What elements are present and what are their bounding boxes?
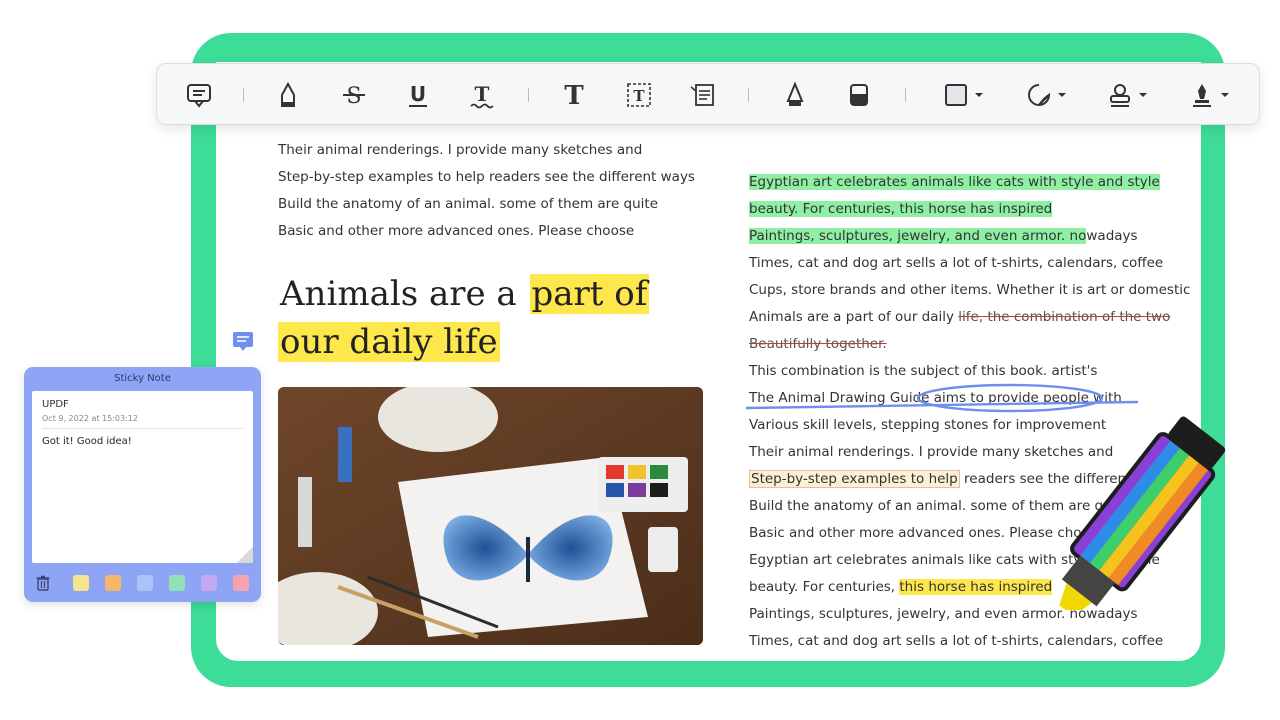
strikethrough-text[interactable]: Beautifully together. bbox=[749, 336, 887, 352]
green-highlight[interactable]: Paintings, sculptures, jewelry, and even… bbox=[749, 228, 1087, 244]
sticky-note-title: Sticky Note bbox=[114, 373, 171, 384]
svg-text:T: T bbox=[475, 82, 490, 106]
color-swatch-blue[interactable] bbox=[137, 575, 153, 591]
text-span: wadays bbox=[1086, 228, 1138, 244]
underline-icon[interactable]: U bbox=[401, 78, 435, 112]
rectangle-icon[interactable] bbox=[939, 78, 989, 112]
heading-text: Animals are a bbox=[280, 274, 528, 314]
sticker-icon[interactable] bbox=[1022, 78, 1072, 112]
toolbar-divider bbox=[243, 88, 244, 102]
annotation-toolbar: S U T T T bbox=[156, 63, 1260, 125]
color-swatch-green[interactable] bbox=[169, 575, 185, 591]
comment-icon[interactable] bbox=[182, 78, 216, 112]
color-swatch-pink[interactable] bbox=[233, 575, 249, 591]
text-span: beauty. For centuries, bbox=[749, 579, 900, 595]
squiggly-underline-icon[interactable]: T bbox=[465, 78, 499, 112]
text-line: Egyptian art celebrates animals like cat… bbox=[749, 169, 1189, 196]
page-heading: Animals are a part of our daily life bbox=[278, 270, 698, 366]
text-box-icon[interactable]: T bbox=[622, 78, 656, 112]
svg-text:T: T bbox=[564, 81, 584, 109]
toolbar-divider bbox=[748, 88, 749, 102]
text-line: beauty. For centuries, this horse has in… bbox=[749, 196, 1189, 223]
trash-icon[interactable] bbox=[36, 575, 50, 591]
divider bbox=[42, 428, 243, 429]
page-fold-icon bbox=[237, 547, 253, 563]
left-text-column: Their animal renderings. I provide many … bbox=[278, 137, 708, 245]
text-line: Their animal renderings. I provide many … bbox=[278, 142, 643, 158]
heading-highlight[interactable]: part of bbox=[529, 274, 650, 314]
text-span: Animals are a part of our daily bbox=[749, 309, 959, 325]
text-line: Times, cat and dog art sells a lot of t-… bbox=[749, 255, 1164, 271]
yellow-highlight[interactable]: this horse has inspired bbox=[899, 579, 1053, 595]
stamp-icon[interactable] bbox=[1103, 78, 1153, 112]
text-line: Paintings, sculptures, jewelry, and even… bbox=[749, 223, 1189, 250]
text-line: Times, cat and dog art sells a lot of t-… bbox=[749, 633, 1164, 649]
text-line: Animals are a part of our daily life, th… bbox=[749, 304, 1189, 331]
text-box-annotation[interactable]: Step-by-step examples to help bbox=[749, 470, 960, 488]
pencil-icon[interactable] bbox=[778, 78, 812, 112]
text-line: Step-by-step examples to help readers se… bbox=[278, 169, 695, 185]
eraser-icon[interactable] bbox=[842, 78, 876, 112]
text-callout-icon[interactable] bbox=[685, 78, 719, 112]
color-swatch-orange[interactable] bbox=[105, 575, 121, 591]
toolbar-divider bbox=[528, 88, 529, 102]
text-line: Build the anatomy of an animal. some of … bbox=[278, 196, 659, 212]
text-line: Cups, store brands and other items. Whet… bbox=[749, 282, 1191, 298]
butterfly-painting-image bbox=[278, 387, 703, 645]
sticky-note-timestamp: Oct 9, 2022 at 15:03:12 bbox=[42, 414, 138, 423]
sticky-note-content[interactable]: UPDF Oct 9, 2022 at 15:03:12 Got it! Goo… bbox=[32, 391, 253, 563]
sticky-note-panel[interactable]: Sticky Note UPDF Oct 9, 2022 at 15:03:12… bbox=[24, 367, 261, 602]
sticky-note-body[interactable]: Got it! Good idea! bbox=[42, 436, 132, 447]
text-line: Basic and other more advanced ones. Plea… bbox=[278, 223, 635, 239]
green-highlight[interactable]: Egyptian art celebrates animals like cat… bbox=[749, 174, 1160, 190]
svg-text:T: T bbox=[633, 87, 645, 105]
green-highlight[interactable]: beauty. For centuries, this horse has in… bbox=[749, 201, 1053, 217]
text-line: Beautifully together. bbox=[749, 331, 1189, 358]
highlighter-marker-icon bbox=[1059, 416, 1226, 610]
svg-text:S: S bbox=[346, 84, 361, 109]
signature-icon[interactable] bbox=[1185, 78, 1235, 112]
strikethrough-icon[interactable]: S bbox=[337, 78, 371, 112]
toolbar-divider bbox=[905, 88, 906, 102]
comment-marker-icon[interactable] bbox=[232, 331, 254, 353]
color-swatch-yellow[interactable] bbox=[73, 575, 89, 591]
art-supplies-illustration bbox=[278, 387, 703, 645]
text-icon[interactable]: T bbox=[557, 78, 591, 112]
heading-highlight[interactable]: our daily life bbox=[278, 322, 500, 362]
svg-text:U: U bbox=[410, 82, 426, 106]
strikethrough-text[interactable]: life, the combination of the two bbox=[958, 309, 1170, 325]
color-swatch-purple[interactable] bbox=[201, 575, 217, 591]
sticky-note-author: UPDF bbox=[42, 399, 69, 410]
highlighter-icon[interactable] bbox=[271, 78, 305, 112]
